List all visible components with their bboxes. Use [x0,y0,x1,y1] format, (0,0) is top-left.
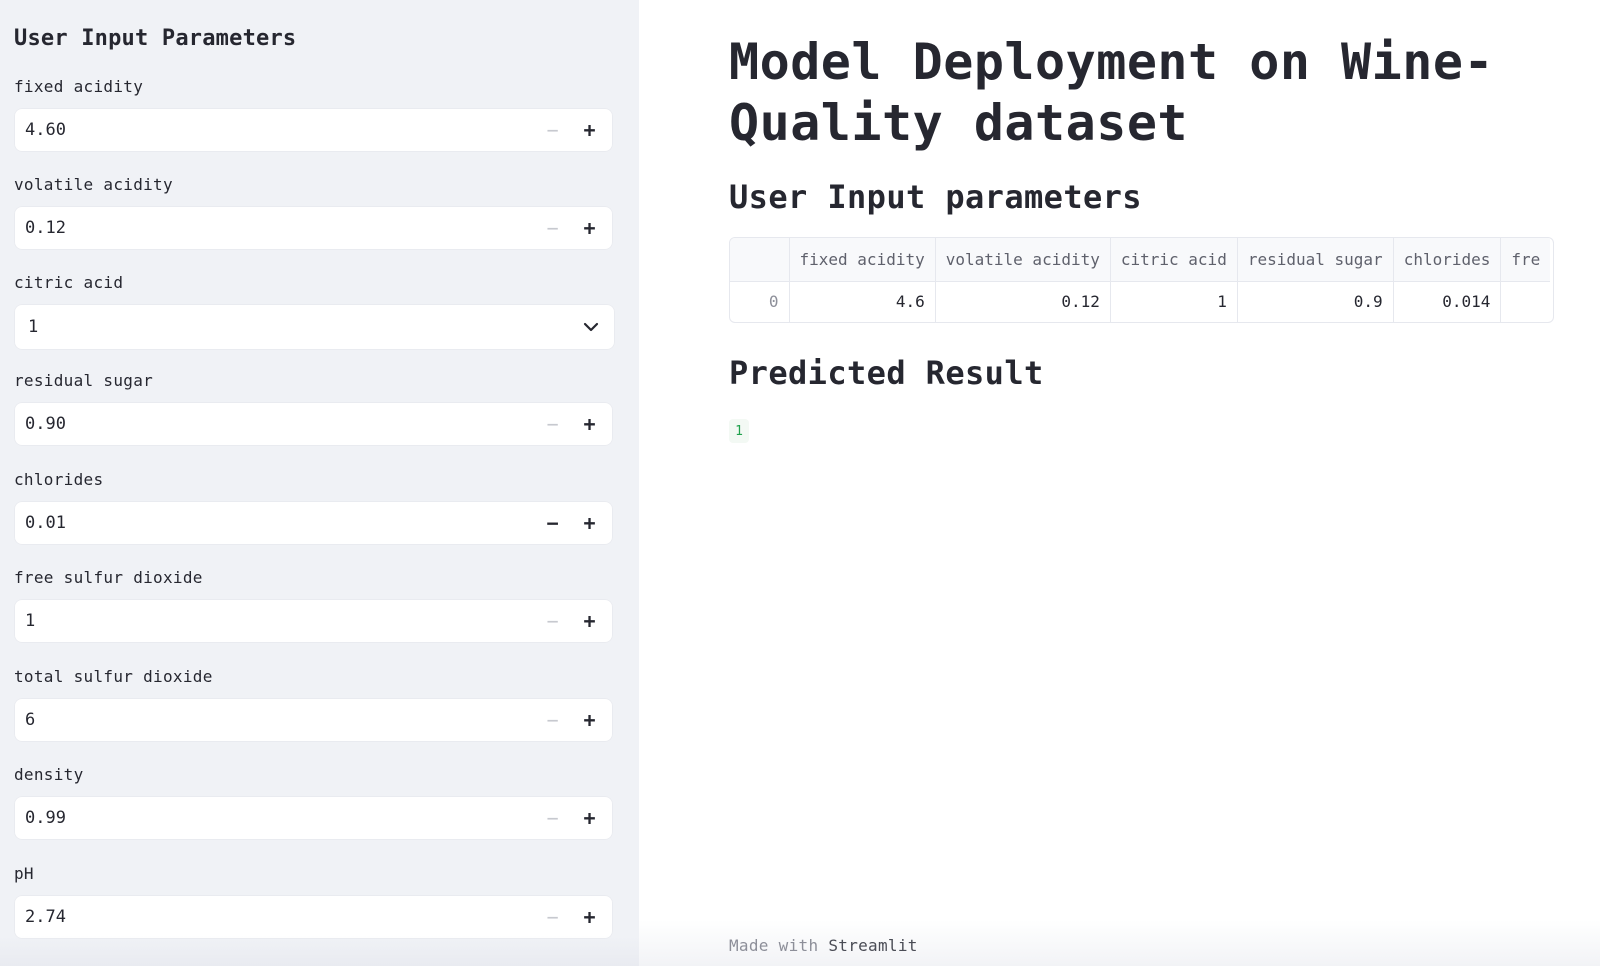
column-header-index[interactable] [730,238,790,282]
table-header-row: fixed acidity volatile acidity citric ac… [730,238,1551,282]
column-header[interactable]: fre [1500,238,1551,282]
total-sulfur-dioxide-input[interactable]: 6 − + [14,698,613,742]
column-header[interactable]: fixed acidity [789,238,936,282]
field-chlorides: chlorides 0.01 − + [14,469,614,545]
chevron-down-icon[interactable] [583,322,599,332]
input-table: fixed acidity volatile acidity citric ac… [730,238,1551,322]
field-residual-sugar: residual sugar 0.90 − + [14,370,614,446]
predicted-result-heading: Predicted Result [729,354,1044,392]
column-header[interactable]: chlorides [1393,238,1502,282]
input-value[interactable]: 6 [14,710,534,730]
table-cell[interactable]: 0.9 [1237,281,1394,322]
table-row: 0 4.6 0.12 1 0.9 0.014 [730,281,1550,322]
input-value[interactable]: 0.01 [14,513,534,533]
decrement-button[interactable]: − [534,895,571,939]
field-label: total sulfur dioxide [14,667,213,686]
table-cell[interactable]: 0.014 [1393,281,1502,322]
field-label: chlorides [14,470,104,489]
decrement-button[interactable]: − [534,402,571,446]
field-volatile-acidity: volatile acidity 0.12 − + [14,174,614,250]
table-cell[interactable] [1501,281,1550,322]
increment-button[interactable]: + [571,402,608,446]
ph-input[interactable]: 2.74 − + [14,895,613,939]
field-fixed-acidity: fixed acidity 4.60 − + [14,76,614,152]
increment-button[interactable]: + [571,796,608,840]
decrement-button[interactable]: − [534,698,571,742]
predicted-result-value: 1 [729,419,749,443]
page-title: Model Deployment on Wine-Quality dataset [729,33,1495,152]
increment-button[interactable]: + [571,599,608,643]
field-label: volatile acidity [14,175,173,194]
field-label: free sulfur dioxide [14,568,203,587]
field-ph: pH 2.74 − + [14,863,614,939]
footer: Made with Streamlit [639,920,1600,966]
footer-text: Made with Streamlit [729,936,918,955]
decrement-button[interactable]: − [534,796,571,840]
table-cell[interactable]: 0.12 [935,281,1111,322]
increment-button[interactable]: + [571,895,608,939]
streamlit-link[interactable]: Streamlit [828,936,917,955]
free-sulfur-dioxide-input[interactable]: 1 − + [14,599,613,643]
field-label: fixed acidity [14,77,144,96]
select-value: 1 [28,317,39,337]
main-content: Model Deployment on Wine-Quality dataset… [639,0,1600,966]
field-label: residual sugar [14,371,154,390]
field-label: density [14,765,84,784]
input-value[interactable]: 0.12 [14,218,534,238]
volatile-acidity-input[interactable]: 0.12 − + [14,206,613,250]
field-label: citric acid [14,273,124,292]
user-input-heading: User Input parameters [729,178,1142,216]
increment-button[interactable]: + [571,501,608,545]
input-value[interactable]: 1 [14,611,534,631]
input-value[interactable]: 2.74 [14,907,534,927]
column-header[interactable]: citric acid [1110,238,1238,282]
increment-button[interactable]: + [571,108,608,152]
field-free-sulfur-dioxide: free sulfur dioxide 1 − + [14,567,614,643]
chlorides-input[interactable]: 0.01 − + [14,501,613,545]
footer-prefix: Made with [729,936,829,955]
increment-button[interactable]: + [571,206,608,250]
input-value[interactable]: 4.60 [14,120,534,140]
sidebar-scroll-fade [0,936,639,966]
decrement-button[interactable]: − [534,501,571,545]
field-total-sulfur-dioxide: total sulfur dioxide 6 − + [14,666,614,742]
input-value[interactable]: 0.99 [14,808,534,828]
field-citric-acid: citric acid 1 [14,272,615,350]
input-value[interactable]: 0.90 [14,414,534,434]
decrement-button[interactable]: − [534,108,571,152]
column-header[interactable]: volatile acidity [935,238,1111,282]
density-input[interactable]: 0.99 − + [14,796,613,840]
increment-button[interactable]: + [571,698,608,742]
fixed-acidity-input[interactable]: 4.60 − + [14,108,613,152]
column-header[interactable]: residual sugar [1237,238,1394,282]
sidebar-title: User Input Parameters [14,26,297,51]
field-label: pH [14,864,34,883]
citric-acid-select[interactable]: 1 [14,304,615,350]
decrement-button[interactable]: − [534,206,571,250]
input-dataframe[interactable]: fixed acidity volatile acidity citric ac… [729,237,1554,323]
sidebar: User Input Parameters fixed acidity 4.60… [0,0,639,966]
decrement-button[interactable]: − [534,599,571,643]
field-density: density 0.99 − + [14,764,614,840]
table-cell[interactable]: 4.6 [789,281,936,322]
row-index-cell[interactable]: 0 [730,281,790,322]
table-cell[interactable]: 1 [1110,281,1238,322]
residual-sugar-input[interactable]: 0.90 − + [14,402,613,446]
